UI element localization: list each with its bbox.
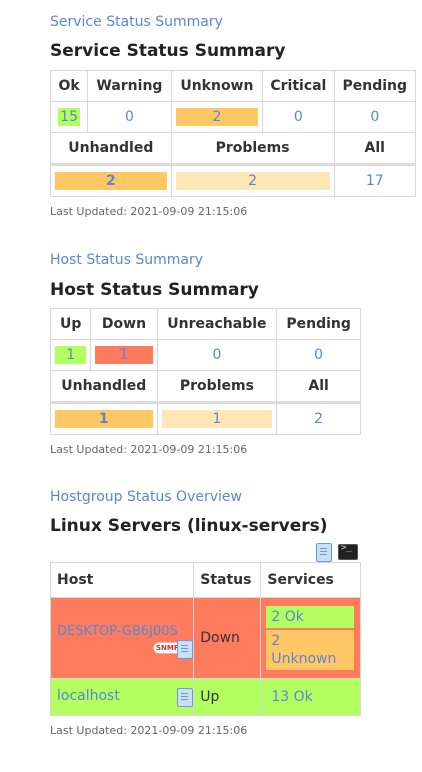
command-icon[interactable] (338, 543, 358, 560)
header-ok: Ok (49, 70, 89, 102)
ok-count[interactable]: 15 (58, 108, 81, 126)
service-detail-icon[interactable] (177, 640, 193, 659)
header-warning: Warning (87, 70, 172, 102)
host-pending-count[interactable]: 0 (281, 346, 356, 364)
header-pending: Pending (276, 308, 361, 340)
up-count[interactable]: 1 (55, 346, 87, 364)
service-status-summary-link[interactable]: Service Status Summary (50, 14, 223, 30)
header-host-problems: Problems (156, 370, 278, 403)
service-ok-link[interactable]: 2 Ok (266, 606, 354, 628)
warning-count[interactable]: 0 (92, 108, 166, 126)
header-up: Up (49, 308, 92, 340)
service-detail-icon[interactable] (177, 688, 193, 707)
column-host: Host (49, 562, 195, 598)
service-last-updated: Last Updated: 2021-09-09 21:15:06 (50, 205, 248, 218)
host-last-updated: Last Updated: 2021-09-09 21:15:06 (50, 443, 248, 456)
table-row: localhost Up 13 Ok (49, 678, 361, 716)
host-link-localhost[interactable]: localhost (57, 688, 120, 704)
host-status-title: Host Status Summary (50, 280, 259, 300)
column-services: Services (260, 562, 361, 598)
service-detail-icon[interactable] (316, 543, 332, 562)
header-unreachable: Unreachable (156, 308, 278, 340)
hostgroup-title: Linux Servers (linux-servers) (50, 516, 328, 536)
header-critical: Critical (262, 70, 335, 102)
column-status: Status (193, 562, 262, 598)
service-status-table: Ok Warning Unknown Critical Pending 15 0… (49, 70, 417, 197)
all-count[interactable]: 17 (339, 172, 411, 190)
header-pending: Pending (333, 70, 417, 102)
host-all-count[interactable]: 2 (281, 410, 356, 428)
header-down: Down (90, 308, 158, 340)
pending-count[interactable]: 0 (339, 108, 411, 126)
host-problems-count[interactable]: 1 (161, 410, 273, 428)
hostgroup-table: Host Status Services DESKTOP-GB6J00S SNM… (49, 562, 361, 716)
down-count[interactable]: 1 (95, 346, 153, 364)
unknown-count[interactable]: 2 (175, 108, 259, 126)
host-status-desktop: Down (193, 597, 262, 679)
hostgroup-last-updated: Last Updated: 2021-09-09 21:15:06 (50, 724, 248, 737)
service-ok-link[interactable]: 13 Ok (271, 689, 312, 705)
host-status-summary-link[interactable]: Host Status Summary (50, 252, 203, 268)
host-unhandled-count[interactable]: 1 (55, 410, 153, 428)
table-row: DESKTOP-GB6J00S SNMP Down 2 Ok 2 Unknown (49, 597, 361, 679)
problems-count[interactable]: 2 (175, 172, 330, 190)
host-status-table: Up Down Unreachable Pending 1 1 0 0 Unha… (49, 308, 361, 435)
header-problems: Problems (170, 132, 335, 165)
host-link-desktop[interactable]: DESKTOP-GB6J00S (57, 624, 178, 639)
host-status-localhost: Up (193, 678, 262, 716)
unreachable-count[interactable]: 0 (162, 346, 273, 364)
header-host-unhandled: Unhandled (50, 370, 158, 403)
service-unknown-link[interactable]: 2 Unknown (266, 630, 354, 670)
header-all: All (333, 132, 417, 165)
header-unknown: Unknown (170, 70, 264, 102)
service-status-title: Service Status Summary (50, 41, 286, 61)
critical-count[interactable]: 0 (267, 108, 329, 126)
header-host-all: All (276, 370, 361, 403)
unhandled-count[interactable]: 2 (55, 172, 167, 190)
hostgroup-status-overview-link[interactable]: Hostgroup Status Overview (50, 489, 242, 505)
header-unhandled: Unhandled (50, 132, 172, 165)
